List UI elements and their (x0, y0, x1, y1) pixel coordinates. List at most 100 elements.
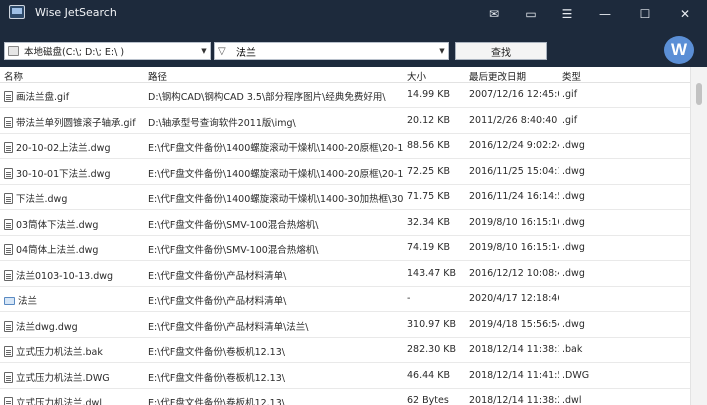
cell-path-text: E:\代F盘文件备份\卷板机12.13\ (148, 398, 285, 405)
cell-name-text: 立式压力机法兰.dwl (16, 398, 102, 405)
cell-path-text: D:\钢构CAD\钢构CAD 3.5\部分程序图片\经典免费好用\ (148, 92, 386, 103)
cell-modified: 2016/11/25 15:04:10 (469, 166, 559, 177)
table-row[interactable]: 法兰 E:\代F盘文件备份\产品材料清单\ - 2020/4/17 12:18:46 (0, 287, 690, 312)
maximize-button[interactable]: ☐ (630, 0, 660, 27)
avatar[interactable]: W (664, 36, 694, 64)
table-row[interactable]: 下法兰.dwg E:\代F盘文件备份\1400螺旋滚动干燥机\1400-30加热框… (0, 185, 690, 210)
cell-path: E:\代F盘文件备份\SMV-100混合热熔机\ (148, 217, 403, 231)
column-header-name[interactable]: 名称 (4, 69, 144, 83)
chevron-down-icon[interactable]: ▼ (198, 47, 210, 55)
table-row[interactable]: 法兰dwg.dwg E:\代F盘文件备份\产品材料清单\法兰\ 310.97 KB 2… (0, 313, 690, 338)
search-history-chevron-icon[interactable]: ▼ (436, 47, 448, 55)
scrollbar-thumb[interactable] (696, 83, 702, 105)
cell-type: .dwg (562, 319, 622, 330)
cell-name-text: 立式压力机法兰.DWG (16, 372, 110, 384)
search-box[interactable]: ▽ ▼ (214, 42, 449, 60)
cell-type: .dwg (562, 140, 622, 151)
minimize-button[interactable]: — (590, 0, 620, 27)
table-row[interactable]: 立式压力机法兰.dwl E:\代F盘文件备份\卷板机12.13\ 62 Bytes 2… (0, 389, 690, 405)
filter-icon[interactable]: ▽ (218, 46, 232, 57)
cell-type-text: .dwg (562, 242, 585, 253)
cell-type: .gif (562, 115, 622, 126)
cell-modified: 2018/12/14 11:38:12 (469, 344, 559, 355)
column-header-modified[interactable]: 最后更改日期 (469, 69, 559, 83)
cell-path-text: E:\代F盘文件备份\1400螺旋滚动干燥机\1400-20原框\20-10..… (148, 143, 403, 154)
column-header-type[interactable]: 类型 (562, 69, 622, 83)
table-row[interactable]: 30-10-01下法兰.dwg E:\代F盘文件备份\1400螺旋滚动干燥机\14… (0, 160, 690, 185)
cell-path-text: E:\代F盘文件备份\产品材料清单\ (148, 296, 287, 307)
cell-type-text: .dwg (562, 216, 585, 228)
table-row[interactable]: 20-10-02上法兰.dwg E:\代F盘文件备份\1400螺旋滚动干燥机\14… (0, 134, 690, 159)
cell-path: E:\代F盘文件备份\卷板机12.13\ (148, 344, 403, 358)
cell-modified-text: 2018/12/14 11:38:22 (469, 395, 559, 405)
cell-name: 立式压力机法兰.DWG (4, 370, 144, 384)
cell-size: 32.34 KB (407, 217, 465, 228)
cell-modified-text: 2011/2/26 8:40:40 (469, 114, 558, 126)
table-row[interactable]: 带法兰单列圆锥滚子轴承.gif D:\轴承型号查询软件2011版\img\ 20.1… (0, 109, 690, 134)
cell-size-text: 20.12 KB (407, 114, 450, 126)
cell-name: 立式压力机法兰.dwl (4, 395, 144, 405)
file-icon (4, 193, 13, 204)
search-button[interactable]: 查找 (455, 42, 547, 60)
cell-modified-text: 2019/4/18 15:56:54 (469, 318, 559, 330)
cell-size-text: 14.99 KB (407, 89, 450, 100)
feedback-button[interactable]: ▭ (516, 0, 546, 27)
cell-name-text: 法兰0103-10-13.dwg (16, 270, 114, 282)
cell-type-text: .bak (562, 344, 583, 355)
cell-size: 71.75 KB (407, 191, 465, 202)
cell-size-text: - (407, 293, 411, 304)
cell-type: .dwg (562, 191, 622, 202)
close-button[interactable]: ✕ (670, 0, 700, 27)
column-header-size[interactable]: 大小 (407, 69, 465, 83)
file-icon (4, 142, 13, 153)
title-bar: Wise JetSearch ✉ ▭ ☰ — ☐ ✕ (0, 0, 707, 27)
cell-path-text: E:\代F盘文件备份\SMV-100混合热熔机\ (148, 245, 319, 256)
cell-path: E:\代F盘文件备份\产品材料清单\ (148, 293, 403, 307)
column-header-path[interactable]: 路径 (148, 69, 403, 83)
cell-path: E:\代F盘文件备份\卷板机12.13\ (148, 395, 403, 405)
cell-type: .gif (562, 89, 622, 100)
folder-icon (4, 297, 15, 305)
cell-modified-text: 2016/12/24 9:02:24 (469, 140, 559, 151)
cell-size: 282.30 KB (407, 344, 465, 355)
table-row[interactable]: 03筒体下法兰.dwg E:\代F盘文件备份\SMV-100混合热熔机\ 32.34… (0, 211, 690, 236)
table-row[interactable]: 04筒体上法兰.dwg E:\代F盘文件备份\SMV-100混合热熔机\ 74.19… (0, 236, 690, 261)
cell-name-text: 30-10-01下法兰.dwg (16, 168, 111, 180)
table-row[interactable]: 法兰0103-10-13.dwg E:\代F盘文件备份\产品材料清单\ 143.47… (0, 262, 690, 287)
cell-name: 立式压力机法兰.bak (4, 344, 144, 358)
drive-select[interactable]: 本地磁盘(C:\; D:\; E:\ ) ▼ (4, 42, 211, 60)
cell-size: - (407, 293, 465, 304)
file-icon (4, 116, 13, 128)
cell-name: 法兰0103-10-13.dwg (4, 268, 144, 282)
menu-icon: ☰ (561, 6, 573, 21)
minimize-icon: — (599, 6, 611, 21)
cell-modified: 2020/4/17 12:18:46 (469, 293, 559, 304)
cell-type: .dwg (562, 268, 622, 279)
cell-size-text: 71.75 KB (407, 191, 450, 202)
cell-path-text: E:\代F盘文件备份\卷板机12.13\ (148, 372, 285, 384)
search-input[interactable] (232, 43, 436, 59)
cell-path: E:\代F盘文件备份\1400螺旋滚动干燥机\1400-30加热框\30-1..… (148, 191, 403, 205)
cell-type-text: .dwl (562, 395, 582, 405)
cell-type-text: .dwg (562, 140, 585, 151)
cell-path: E:\代F盘文件备份\卷板机12.13\ (148, 370, 403, 384)
cell-path-text: E:\代F盘文件备份\产品材料清单\ (148, 270, 287, 282)
cell-type-text: .dwg (562, 267, 585, 279)
table-row[interactable]: 立式压力机法兰.bak E:\代F盘文件备份\卷板机12.13\ 282.30 KB… (0, 338, 690, 363)
menu-button[interactable]: ☰ (552, 0, 582, 27)
cell-size: 88.56 KB (407, 140, 465, 151)
table-row[interactable]: 画法兰盘.gif D:\钢构CAD\钢构CAD 3.5\部分程序图片\经典免费好用… (0, 83, 690, 108)
table-row[interactable]: 立式压力机法兰.DWG E:\代F盘文件备份\卷板机12.13\ 46.44 KB 2… (0, 364, 690, 389)
cell-name: 法兰 (4, 293, 144, 307)
cell-path: E:\代F盘文件备份\产品材料清单\ (148, 268, 403, 282)
cell-type: .dwl (562, 395, 622, 405)
cell-modified-text: 2016/11/25 15:04:10 (469, 165, 559, 177)
mail-button[interactable]: ✉ (479, 0, 509, 27)
cell-path: E:\代F盘文件备份\SMV-100混合热熔机\ (148, 242, 403, 256)
cell-name-text: 立式压力机法兰.bak (16, 347, 103, 358)
cell-path: E:\代F盘文件备份\1400螺旋滚动干燥机\1400-20原框\20-10..… (148, 140, 403, 154)
cell-size-text: 310.97 KB (407, 318, 457, 330)
vertical-scrollbar[interactable] (690, 67, 707, 405)
cell-modified-text: 2018/12/14 11:41:54 (469, 369, 559, 381)
cell-name-text: 画法兰盘.gif (16, 92, 70, 103)
